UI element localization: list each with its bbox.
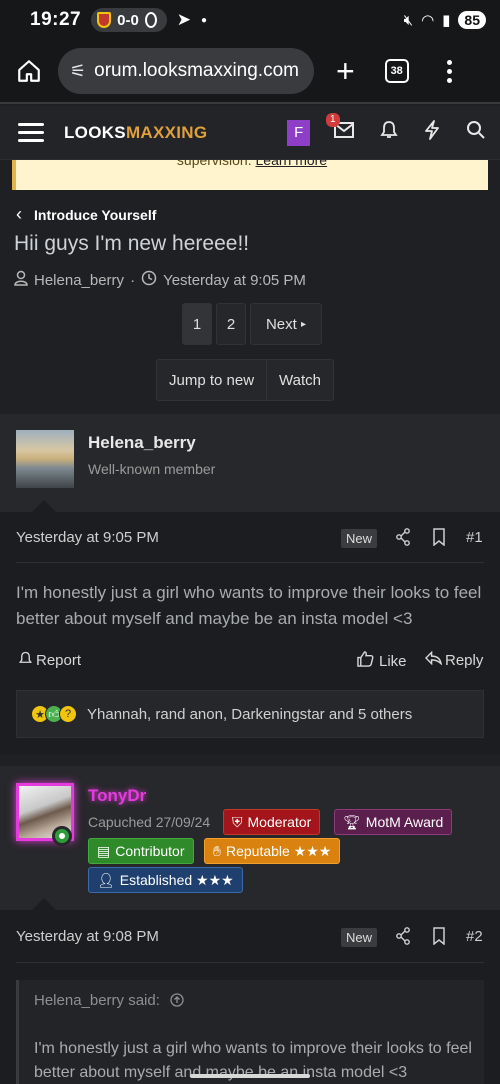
url-text: orum.looksmaxxing.com bbox=[94, 60, 299, 81]
site-settings-icon[interactable]: ⚟ bbox=[70, 61, 86, 82]
post-time[interactable]: Yesterday at 9:05 PM bbox=[16, 529, 159, 546]
juventus-crest-icon bbox=[144, 12, 157, 28]
thread-time[interactable]: Yesterday at 9:05 PM bbox=[163, 272, 306, 289]
jump-to-new-button[interactable]: Jump to new bbox=[157, 360, 266, 400]
status-bar: 19:27 0-0 ➤ ● 🔇︎ ◠ ▮ 85 bbox=[0, 0, 500, 40]
telegram-icon: ➤ bbox=[176, 10, 192, 29]
shield-icon: ⛨ bbox=[232, 813, 243, 830]
motm-award-badge: 🏆︎ MotM Award bbox=[334, 809, 453, 835]
post-pointer bbox=[32, 500, 56, 512]
like-button[interactable]: Like bbox=[357, 651, 407, 671]
handshake-icon: ✋︎ bbox=[213, 842, 221, 859]
user-title: Capuched 27/09/24 bbox=[88, 814, 211, 830]
dot-icon: ● bbox=[201, 14, 208, 26]
bell-outline-icon bbox=[18, 651, 33, 670]
contributor-badge: ▤ Contributor bbox=[88, 838, 194, 864]
user-icon: 👤︎ bbox=[97, 871, 115, 888]
live-score-pill[interactable]: 0-0 bbox=[91, 8, 167, 32]
thumbs-up-icon bbox=[357, 651, 374, 671]
inbox-icon[interactable]: 1 bbox=[326, 112, 354, 144]
user-title: Well-known member bbox=[88, 461, 216, 477]
user-avatar[interactable]: F bbox=[287, 119, 310, 146]
user-icon bbox=[14, 270, 28, 290]
address-bar[interactable]: ⚟ orum.looksmaxxing.com bbox=[58, 48, 314, 94]
reactions-bar[interactable]: ★ 👍︎ ? Yhannah, rand anon, Darkeningstar… bbox=[16, 690, 484, 738]
reaction-icons: ★ 👍︎ ? bbox=[31, 705, 77, 723]
online-status-icon bbox=[52, 826, 72, 846]
page-title: Hii guys I'm new hereee!! bbox=[14, 232, 250, 255]
arrow-up-circle-icon bbox=[170, 992, 184, 1009]
report-button[interactable]: Report bbox=[18, 651, 81, 670]
team-crest-icon bbox=[97, 12, 112, 28]
site-header: LOOKSMAXXING F 1 bbox=[0, 106, 500, 160]
bell-icon[interactable] bbox=[380, 120, 398, 146]
gesture-nav-handle[interactable] bbox=[190, 1074, 310, 1078]
post-time[interactable]: Yesterday at 9:08 PM bbox=[16, 928, 159, 945]
mute-icon: 🔇︎ bbox=[403, 11, 414, 29]
clock: 19:27 bbox=[30, 9, 82, 30]
reply-icon bbox=[424, 650, 443, 669]
share-icon[interactable] bbox=[395, 528, 411, 551]
established-badge: 👤︎ Established ★★★ bbox=[88, 867, 243, 893]
pagination: 1 2 Next ▸ bbox=[182, 303, 322, 345]
post-1-header bbox=[0, 414, 500, 512]
quote-author[interactable]: Helena_berry said: bbox=[34, 992, 184, 1009]
post-number[interactable]: #1 bbox=[466, 529, 483, 546]
thread-actions: Jump to new Watch bbox=[156, 359, 334, 401]
reactions-text[interactable]: Yhannah, rand anon, Darkeningstar and 5 … bbox=[87, 706, 412, 723]
next-page-button[interactable]: Next ▸ bbox=[250, 303, 322, 345]
breadcrumb-forum[interactable]: Introduce Yourself bbox=[34, 207, 156, 223]
post-username[interactable]: Helena_berry bbox=[88, 433, 196, 453]
new-badge: New bbox=[341, 529, 378, 548]
post-body: I'm honestly just a girl who wants to im… bbox=[16, 583, 482, 628]
browser-toolbar: ⚟ orum.looksmaxxing.com + 38 bbox=[0, 40, 500, 104]
battery-level: 85 bbox=[458, 11, 486, 29]
score: 0-0 bbox=[117, 11, 139, 29]
thread-author[interactable]: Helena_berry bbox=[34, 272, 124, 289]
thread-meta: Helena_berry · Yesterday at 9:05 PM bbox=[14, 270, 306, 290]
page-1[interactable]: 1 bbox=[182, 303, 212, 345]
post-number[interactable]: #2 bbox=[466, 928, 483, 945]
signal-icon: ▮ bbox=[442, 12, 451, 29]
trophy-icon: 🏆︎ bbox=[343, 813, 361, 830]
site-logo[interactable]: LOOKSMAXXING bbox=[64, 123, 207, 143]
divider bbox=[16, 962, 484, 963]
moderator-badge: ⛨ Moderator bbox=[223, 809, 321, 835]
search-icon[interactable] bbox=[466, 120, 486, 146]
reputable-badge: ✋︎ Reputable ★★★ bbox=[204, 838, 341, 864]
watch-button[interactable]: Watch bbox=[266, 360, 333, 400]
lightning-icon[interactable] bbox=[424, 119, 440, 146]
divider bbox=[16, 562, 484, 563]
post-pointer bbox=[32, 898, 56, 910]
breadcrumb[interactable]: ‹ Introduce Yourself bbox=[16, 204, 156, 225]
caret-right-icon: ▸ bbox=[300, 318, 307, 330]
browser-menu-icon[interactable] bbox=[446, 59, 452, 83]
share-icon[interactable] bbox=[395, 927, 411, 950]
learn-more-link[interactable]: Learn more bbox=[256, 160, 328, 168]
new-tab-icon[interactable]: + bbox=[336, 55, 355, 87]
post-username[interactable]: TonyDr bbox=[88, 786, 146, 806]
avatar[interactable] bbox=[16, 430, 74, 488]
chevron-left-icon: ‹ bbox=[16, 204, 22, 224]
book-icon: ▤ bbox=[97, 842, 111, 859]
new-badge: New bbox=[341, 928, 378, 947]
reply-button[interactable]: Reply bbox=[424, 650, 483, 669]
home-icon[interactable] bbox=[14, 56, 44, 86]
notice-banner: supervision. Learn more bbox=[12, 160, 488, 190]
meta-separator: · bbox=[130, 271, 136, 289]
page-2[interactable]: 2 bbox=[216, 303, 246, 345]
clock-icon bbox=[141, 270, 157, 290]
bookmark-icon[interactable] bbox=[432, 528, 446, 551]
bookmark-icon[interactable] bbox=[432, 927, 446, 950]
menu-icon[interactable] bbox=[18, 123, 44, 142]
wifi-icon: ◠ bbox=[421, 12, 435, 29]
inbox-count-badge: 1 bbox=[326, 112, 340, 127]
tab-switcher[interactable]: 38 bbox=[384, 59, 409, 83]
notice-text: supervision. bbox=[176, 160, 256, 168]
thinking-face-icon: ? bbox=[59, 705, 77, 723]
